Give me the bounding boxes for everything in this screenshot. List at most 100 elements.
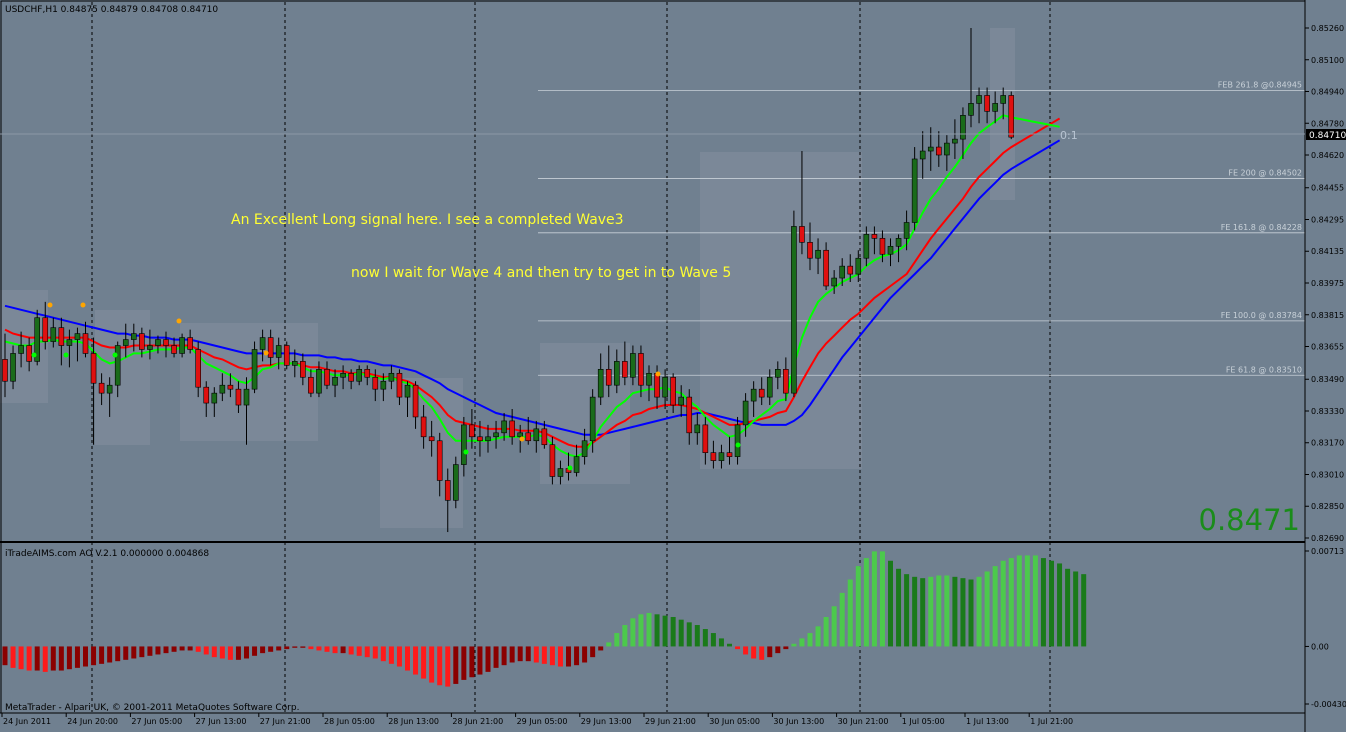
candle-body[interactable] xyxy=(887,245,894,255)
candle-body[interactable] xyxy=(98,382,105,394)
candle-body[interactable] xyxy=(952,138,958,144)
candle-body[interactable] xyxy=(348,372,354,382)
candle-body[interactable] xyxy=(710,452,717,461)
candle-body[interactable] xyxy=(791,226,797,394)
candle-body[interactable] xyxy=(58,327,65,346)
candle-body[interactable] xyxy=(26,345,32,362)
candle-body[interactable] xyxy=(485,436,491,442)
candle-body[interactable] xyxy=(533,428,540,442)
candle-body[interactable] xyxy=(477,436,483,442)
candle-body[interactable] xyxy=(638,353,644,386)
candle-body[interactable] xyxy=(2,359,8,382)
candle-body[interactable] xyxy=(549,444,556,477)
candle-body[interactable] xyxy=(766,376,773,398)
candle-body[interactable] xyxy=(428,436,435,442)
candle-body[interactable] xyxy=(879,238,886,255)
candle-body[interactable] xyxy=(340,372,346,378)
candle-body[interactable] xyxy=(412,384,419,418)
candle-body[interactable] xyxy=(50,327,57,342)
candle-body[interactable] xyxy=(605,369,612,386)
candle-body[interactable] xyxy=(517,432,524,438)
candle-body[interactable] xyxy=(774,369,781,378)
candle-body[interactable] xyxy=(227,384,234,390)
candle-body[interactable] xyxy=(82,333,89,354)
candle-body[interactable] xyxy=(283,345,290,366)
candle-body[interactable] xyxy=(509,420,515,438)
candle-body[interactable] xyxy=(935,146,942,156)
candle-body[interactable] xyxy=(187,337,193,350)
candle-body[interactable] xyxy=(90,353,97,384)
candle-body[interactable] xyxy=(871,234,878,239)
candle-body[interactable] xyxy=(243,388,250,406)
candle-body[interactable] xyxy=(300,361,306,378)
candle-body[interactable] xyxy=(1008,95,1015,138)
candle-body[interactable] xyxy=(678,396,685,406)
candle-body[interactable] xyxy=(976,95,982,104)
candle-body[interactable] xyxy=(372,376,379,390)
candle-body[interactable] xyxy=(211,392,218,404)
candle-body[interactable] xyxy=(147,345,153,350)
candle-body[interactable] xyxy=(501,420,507,434)
candle-body[interactable] xyxy=(944,142,950,156)
candle-body[interactable] xyxy=(171,345,177,354)
candle-body[interactable] xyxy=(404,384,411,398)
candle-body[interactable] xyxy=(662,376,668,398)
candle-body[interactable] xyxy=(960,115,966,140)
candle-body[interactable] xyxy=(436,440,443,481)
candle-body[interactable] xyxy=(807,242,813,259)
candle-body[interactable] xyxy=(581,440,588,457)
candle-body[interactable] xyxy=(308,376,314,394)
candle-body[interactable] xyxy=(122,339,129,346)
candle-body[interactable] xyxy=(694,424,701,434)
candle-body[interactable] xyxy=(630,353,636,378)
candle-body[interactable] xyxy=(267,337,274,358)
candle-body[interactable] xyxy=(758,388,765,398)
candle-body[interactable] xyxy=(259,337,266,350)
candle-body[interactable] xyxy=(855,257,862,275)
candle-body[interactable] xyxy=(364,369,371,378)
candle-body[interactable] xyxy=(235,388,242,406)
candle-body[interactable] xyxy=(622,361,628,378)
candle-body[interactable] xyxy=(783,369,789,394)
candle-body[interactable] xyxy=(557,468,564,477)
candle-body[interactable] xyxy=(613,361,620,386)
candle-body[interactable] xyxy=(863,234,870,259)
candle-body[interactable] xyxy=(670,376,676,406)
candle-body[interactable] xyxy=(324,369,330,386)
candle-body[interactable] xyxy=(131,333,137,340)
candle-body[interactable] xyxy=(10,353,16,382)
candle-body[interactable] xyxy=(42,317,49,342)
candle-body[interactable] xyxy=(452,464,459,501)
candle-body[interactable] xyxy=(541,428,548,446)
trading-chart[interactable]: FEB 261.8 @0.84945 FE 200 @ 0.84502 FE 161… xyxy=(0,0,1346,732)
candle-body[interactable] xyxy=(823,249,829,287)
candle-body[interactable] xyxy=(420,416,427,438)
candle-body[interactable] xyxy=(726,452,733,457)
candle-body[interactable] xyxy=(686,396,693,434)
candle-body[interactable] xyxy=(589,396,596,442)
candle-body[interactable] xyxy=(839,265,846,279)
candle-body[interactable] xyxy=(927,146,934,152)
candle-body[interactable] xyxy=(219,384,226,394)
candle-body[interactable] xyxy=(356,369,363,382)
candle-body[interactable] xyxy=(573,456,580,473)
candle-body[interactable] xyxy=(831,277,837,287)
candle-body[interactable] xyxy=(380,380,387,390)
candle-body[interactable] xyxy=(203,386,210,404)
candle-body[interactable] xyxy=(106,384,113,394)
candle-body[interactable] xyxy=(275,345,282,358)
candle-body[interactable] xyxy=(332,376,338,386)
candle-body[interactable] xyxy=(968,103,974,116)
candle-body[interactable] xyxy=(525,432,532,442)
candle-body[interactable] xyxy=(66,339,73,346)
candle-body[interactable] xyxy=(992,103,998,112)
candle-body[interactable] xyxy=(702,424,709,453)
candle-body[interactable] xyxy=(815,249,821,259)
candle-body[interactable] xyxy=(742,400,749,426)
candle-body[interactable] xyxy=(734,424,741,457)
candle-body[interactable] xyxy=(919,150,926,160)
candle-body[interactable] xyxy=(444,480,451,501)
candle-body[interactable] xyxy=(493,432,499,438)
candle-body[interactable] xyxy=(74,333,81,340)
candle-body[interactable] xyxy=(139,333,145,350)
